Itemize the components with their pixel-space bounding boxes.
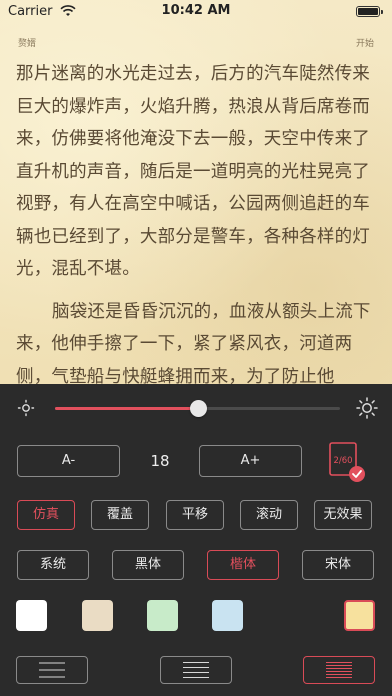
page-indicator-text: 2/60 — [333, 456, 352, 466]
font-option-kaiti[interactable]: 楷体 — [207, 550, 279, 580]
background-swatch-white[interactable] — [16, 600, 47, 631]
status-bar: Carrier 10:42 AM — [0, 0, 392, 26]
line-spacing-narrow-button[interactable] — [303, 656, 375, 684]
page-mode-cover[interactable]: 覆盖 — [91, 500, 149, 530]
brightness-low-icon — [17, 399, 35, 417]
font-option-system[interactable]: 系统 — [17, 550, 89, 580]
font-option-heiti[interactable]: 黑体 — [112, 550, 184, 580]
page-mode-none[interactable]: 无效果 — [314, 500, 372, 530]
brightness-row — [0, 384, 392, 434]
line-spacing-wide-button[interactable] — [16, 656, 88, 684]
line-spacing-medium-button[interactable] — [160, 656, 232, 684]
brightness-high-icon — [356, 397, 378, 419]
line-spacing-medium-icon — [183, 662, 209, 678]
book-text[interactable]: 那片迷离的水光走过去，后方的汽车陡然传来巨大的爆炸声，火焰升腾，热浪从背后席卷而… — [16, 58, 378, 393]
background-swatch-beige[interactable] — [82, 600, 113, 631]
chapter-label: 开始 — [355, 39, 374, 49]
page-progress-icon: 2/60 — [329, 442, 365, 482]
line-spacing-wide-icon — [39, 662, 65, 678]
background-swatch-green[interactable] — [147, 600, 178, 631]
page-mode-slide[interactable]: 平移 — [166, 500, 224, 530]
page-indicator-button[interactable]: 2/60 — [327, 440, 367, 484]
book-title: 赘婿 — [18, 39, 37, 49]
font-decrease-button[interactable]: A- — [17, 445, 120, 477]
reader-settings-panel — [0, 384, 392, 696]
font-size-value: 18 — [150, 452, 170, 470]
clock: 10:42 AM — [161, 3, 231, 18]
font-increase-button[interactable]: A+ — [199, 445, 302, 477]
line-spacing-narrow-icon — [326, 662, 352, 678]
font-option-songti[interactable]: 宋体 — [302, 550, 374, 580]
brightness-thumb[interactable] — [189, 400, 207, 417]
page-mode-simulation[interactable]: 仿真 — [17, 500, 75, 530]
page-mode-scroll[interactable]: 滚动 — [240, 500, 298, 530]
check-icon — [349, 466, 365, 482]
battery-icon — [356, 6, 383, 17]
brightness-fill — [55, 407, 198, 410]
paragraph: 脑袋还是昏昏沉沉的，血液从额头上流下来，他伸手擦了一下，紧了紧风衣，河道两侧，气… — [16, 301, 371, 387]
brightness-slider[interactable] — [55, 400, 340, 417]
background-swatch-blue[interactable] — [212, 600, 243, 631]
paragraph: 那片迷离的水光走过去，后方的汽车陡然传来巨大的爆炸声，火焰升腾，热浪从背后席卷而… — [16, 64, 370, 279]
background-swatch-yellow[interactable] — [344, 600, 375, 631]
